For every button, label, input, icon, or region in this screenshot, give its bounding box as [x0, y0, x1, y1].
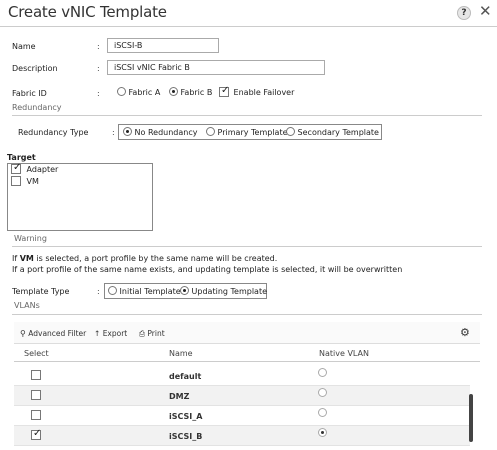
target-section-title: Target — [7, 153, 36, 162]
redundancy-divider — [12, 115, 482, 116]
fabric-a-radio[interactable] — [117, 87, 126, 96]
row-select-checkbox[interactable] — [31, 410, 41, 420]
initial-template-label: Initial Template — [119, 287, 181, 296]
redundancy-type-label: Redundancy Type — [18, 128, 89, 137]
fabric-id-label: Fabric ID — [12, 89, 47, 98]
export-button[interactable]: ↑ Export — [94, 329, 127, 338]
primary-template-option[interactable]: Primary Template — [206, 127, 288, 137]
filter-icon: ⚲ — [20, 329, 26, 338]
target-item-vm[interactable]: VM — [8, 176, 152, 188]
table-row[interactable]: DMZ — [14, 386, 470, 406]
warning-divider — [12, 246, 482, 247]
vlans-scrollbar[interactable] — [469, 394, 473, 442]
updating-template-option[interactable]: Updating Template — [180, 286, 267, 296]
no-redundancy-radio[interactable] — [123, 127, 132, 136]
row-select-checkbox[interactable] — [31, 428, 41, 440]
fabric-a-option[interactable]: Fabric A — [117, 87, 160, 97]
advanced-filter-label: Advanced Filter — [28, 329, 87, 338]
redundancy-section-title: Redundancy — [12, 103, 62, 112]
column-header-select[interactable]: Select — [24, 349, 49, 358]
vlans-section-title: VLANs — [14, 301, 40, 310]
row-vlan-name: default — [169, 372, 202, 381]
help-icon[interactable]: ? — [457, 6, 471, 20]
secondary-template-option[interactable]: Secondary Template — [286, 127, 379, 137]
row-vlan-name: DMZ — [169, 392, 190, 401]
export-icon: ↑ — [94, 329, 101, 338]
target-list: Adapter VM — [7, 162, 153, 231]
table-row[interactable]: iSCSI_A — [14, 406, 470, 426]
template-type-colon: : — [97, 287, 100, 296]
row-native-vlan-radio[interactable] — [318, 368, 327, 377]
warning-section-title: Warning — [14, 234, 47, 243]
gear-icon[interactable]: ⚙ — [460, 326, 470, 339]
description-colon: : — [97, 64, 100, 73]
warning-text-line2: If a port profile of the same name exist… — [12, 265, 403, 274]
column-header-name[interactable]: Name — [169, 349, 193, 358]
table-row[interactable]: default — [14, 366, 470, 386]
enable-failover-label: Enable Failover — [233, 88, 295, 97]
column-header-native-vlan[interactable]: Native VLAN — [319, 349, 369, 358]
enable-failover-checkbox[interactable] — [219, 85, 229, 97]
initial-template-option[interactable]: Initial Template — [108, 286, 181, 296]
fabric-b-label: Fabric B — [180, 88, 213, 97]
print-icon: ⎙ — [139, 329, 145, 338]
print-label: Print — [147, 329, 165, 338]
close-icon[interactable]: ✕ — [479, 3, 492, 19]
print-button[interactable]: ⎙ Print — [139, 329, 165, 339]
advanced-filter-button[interactable]: ⚲ Advanced Filter — [20, 329, 86, 338]
dialog-title: Create vNIC Template — [8, 3, 167, 21]
name-label: Name — [12, 42, 36, 51]
description-label: Description — [12, 64, 58, 73]
target-adapter-label: Adapter — [26, 165, 59, 174]
target-adapter-checkbox[interactable] — [11, 162, 21, 174]
updating-template-radio[interactable] — [180, 286, 189, 295]
secondary-template-label: Secondary Template — [297, 128, 379, 137]
target-vm-checkbox[interactable] — [11, 176, 21, 186]
no-redundancy-option[interactable]: No Redundancy — [123, 127, 198, 137]
warning-line1-prefix: If — [12, 254, 20, 263]
secondary-template-radio[interactable] — [286, 127, 295, 136]
table-row-partial — [14, 446, 470, 450]
row-vlan-name: iSCSI_B — [169, 432, 203, 441]
enable-failover-option[interactable]: Enable Failover — [219, 85, 295, 97]
header-divider — [0, 26, 497, 27]
description-input[interactable]: iSCSI vNIC Fabric B — [107, 60, 325, 75]
fabric-b-radio[interactable] — [169, 87, 178, 96]
warning-text-line1: If VM is selected, a port profile by the… — [12, 254, 277, 263]
row-native-vlan-radio[interactable] — [318, 428, 327, 437]
name-colon: : — [97, 42, 100, 51]
fabric-id-colon: : — [97, 89, 100, 98]
warning-line1-suffix: is selected, a port profile by the same … — [33, 254, 278, 263]
target-item-adapter[interactable]: Adapter — [8, 162, 152, 176]
template-type-label: Template Type — [12, 287, 70, 296]
target-vm-label: VM — [26, 177, 39, 186]
table-row[interactable]: iSCSI_B — [14, 426, 470, 446]
vlans-divider — [12, 314, 482, 315]
name-input[interactable]: iSCSI-B — [107, 38, 219, 53]
row-native-vlan-radio[interactable] — [318, 408, 327, 417]
primary-template-radio[interactable] — [206, 127, 215, 136]
updating-template-label: Updating Template — [191, 287, 268, 296]
no-redundancy-label: No Redundancy — [134, 128, 198, 137]
row-vlan-name: iSCSI_A — [169, 412, 203, 421]
export-label: Export — [102, 329, 128, 338]
primary-template-label: Primary Template — [217, 128, 288, 137]
fabric-a-label: Fabric A — [128, 88, 161, 97]
initial-template-radio[interactable] — [108, 286, 117, 295]
warning-line1-bold: VM — [19, 254, 34, 263]
fabric-b-option[interactable]: Fabric B — [169, 87, 212, 97]
vlans-table-header — [14, 344, 480, 362]
row-select-checkbox[interactable] — [31, 390, 41, 400]
redundancy-type-colon: : — [112, 128, 115, 137]
row-select-checkbox[interactable] — [31, 370, 41, 380]
row-native-vlan-radio[interactable] — [318, 388, 327, 397]
